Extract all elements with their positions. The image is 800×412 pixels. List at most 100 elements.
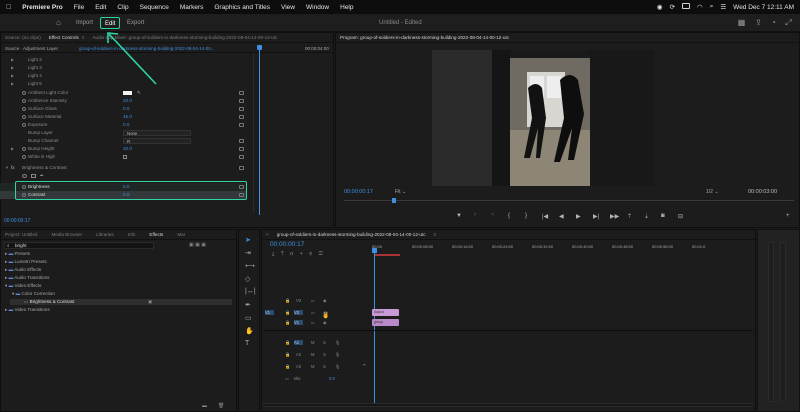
lock-icon[interactable]: 🔒 xyxy=(285,320,290,326)
sync-lock-icon[interactable]: ▭ xyxy=(311,298,315,303)
track-label-a2[interactable]: A2 xyxy=(296,352,301,357)
track-label-a3[interactable]: A3 xyxy=(296,364,301,369)
mark-out-icon[interactable]: ⌝ xyxy=(491,213,494,220)
tree-item-brightness-contrast[interactable]: ▭ Brightness & Contrast ▣ xyxy=(10,299,232,305)
record-icon[interactable]: ◉ xyxy=(657,3,663,11)
menu-view[interactable]: View xyxy=(281,4,295,11)
bump-channel-dropdown[interactable]: R xyxy=(123,138,191,144)
fx-icon[interactable]: fx xyxy=(11,164,15,172)
clip-adjustment-layer[interactable]: Adjust xyxy=(372,309,399,316)
play-icon[interactable]: ▶ xyxy=(576,213,581,220)
menu-sequence[interactable]: Sequence xyxy=(140,4,169,11)
tab-import[interactable]: Import xyxy=(72,17,97,29)
lock-icon[interactable]: 🔒 xyxy=(285,364,290,370)
selection-tool-icon[interactable]: ➤ xyxy=(245,236,251,244)
color-swatch[interactable] xyxy=(123,91,132,95)
lock-icon[interactable]: 🔒 xyxy=(285,340,290,346)
mix-value[interactable]: 0.0 xyxy=(329,376,335,381)
pen-mask-icon[interactable]: ✒ xyxy=(40,172,44,180)
program-title[interactable]: Program: group-of-soldiers-in-darkness-s… xyxy=(340,35,509,40)
tree-item-audio-effects[interactable]: ▸ ▬ Audio Effects xyxy=(5,267,205,273)
mute-icon[interactable]: M xyxy=(311,364,315,369)
pen-tool-icon[interactable]: ✒ xyxy=(245,301,251,309)
timeline-sequence-tab[interactable]: group-of-soldiers-in-darkness-storming-b… xyxy=(277,232,426,237)
timeline-menu-icon[interactable]: ≡ xyxy=(434,232,437,237)
app-menu[interactable]: Premiere Pro xyxy=(22,4,62,11)
eye-icon[interactable]: ◉ xyxy=(323,320,327,325)
tree-item-video-transitions[interactable]: ▸ ▬ Video Transitions xyxy=(5,307,205,313)
tab-source[interactable]: Source: (no clips) xyxy=(5,35,41,40)
rectangle-mask-icon[interactable] xyxy=(31,174,36,178)
mute-icon[interactable]: M xyxy=(311,340,315,345)
go-to-in-icon[interactable]: { xyxy=(508,213,510,219)
tab-info[interactable]: Info xyxy=(128,232,136,237)
menu-graphics-and-titles[interactable]: Graphics and Titles xyxy=(214,4,270,11)
reset-icon[interactable] xyxy=(239,91,244,95)
step-forward-icon[interactable]: ▶| xyxy=(593,213,599,220)
value-surface-gloss[interactable]: 0.0 xyxy=(123,105,129,113)
tree-item-video-effects[interactable]: ▾ ▬ Video Effects xyxy=(5,283,205,289)
search-icon[interactable]: ⌕ xyxy=(710,3,714,11)
export-frame-icon[interactable]: ◙ xyxy=(661,213,665,219)
accelerated-effects-icon[interactable]: ▣ ▣ ▣ xyxy=(189,242,206,248)
track-label-a1[interactable]: A1 xyxy=(294,340,303,345)
timeline-close-icon[interactable]: × xyxy=(266,232,269,237)
mark-in-icon[interactable]: ⌜ xyxy=(474,213,477,220)
mix-lock-icon[interactable]: ▭ xyxy=(285,376,289,381)
wifi-icon[interactable]: ◠ xyxy=(697,3,703,11)
panel-menu-icon[interactable]: ≡ xyxy=(82,35,85,40)
menu-help[interactable]: Help xyxy=(340,4,353,11)
program-scrubber[interactable] xyxy=(344,200,794,201)
mic-icon[interactable]: 🎙 xyxy=(335,340,340,346)
value-ambience-intensity[interactable]: 20.0 xyxy=(123,97,132,105)
tab-effect-controls[interactable]: Effect Controls xyxy=(49,35,79,40)
timeline-ruler[interactable]: 00:00 00:00:08:00 00:00:16:00 00:00:24:0… xyxy=(370,244,750,258)
track-label-v3[interactable]: V3 xyxy=(296,298,301,303)
solo-icon[interactable]: S xyxy=(323,364,326,369)
resolution-dropdown[interactable]: 1/2 ⌄ xyxy=(706,189,719,195)
menu-clip[interactable]: Clip xyxy=(117,4,128,11)
source-patch-v1[interactable]: V1 xyxy=(265,310,274,315)
tab-effects[interactable]: Effects xyxy=(149,232,163,237)
clip-group-soldiers[interactable]: group xyxy=(372,319,399,326)
slip-tool-icon[interactable]: |↔| xyxy=(245,288,256,295)
rectangle-tool-icon[interactable]: ▭ xyxy=(245,314,252,322)
lift-icon[interactable]: ⇡ xyxy=(627,213,632,220)
solo-icon[interactable]: S xyxy=(323,340,326,345)
sync-lock-icon[interactable]: ▭ xyxy=(311,320,315,325)
sync-icon[interactable]: ⟳ xyxy=(670,3,675,11)
fit-dropdown[interactable]: Fit ⌄ xyxy=(395,189,406,195)
go-to-end-icon[interactable]: ▶▶ xyxy=(610,213,619,220)
tab-media-browser[interactable]: Media Browser xyxy=(51,232,82,237)
value-surface-material[interactable]: 45.0 xyxy=(123,113,132,121)
razor-tool-icon[interactable]: ◇ xyxy=(245,275,250,283)
timeline-playhead[interactable] xyxy=(374,250,375,405)
white-is-high-checkbox[interactable] xyxy=(123,155,127,159)
menu-window[interactable]: Window xyxy=(306,4,329,11)
timeline-toolbar-icons[interactable]: ⤓⤒⊓▾⚲◫ xyxy=(272,251,330,257)
solo-icon[interactable]: S xyxy=(323,352,326,357)
timeline-playhead-handle[interactable] xyxy=(372,248,377,253)
value-exposure[interactable]: 0.0 xyxy=(123,121,129,129)
fullscreen-icon[interactable]: ⤢ xyxy=(784,18,793,27)
eyedropper-icon[interactable]: ✎ xyxy=(137,89,141,97)
marker-icon[interactable]: ▼ xyxy=(456,213,462,219)
eye-icon[interactable]: ◉ xyxy=(323,298,327,303)
lock-icon[interactable]: 🔒 xyxy=(285,298,290,304)
extract-icon[interactable]: ⇣ xyxy=(644,213,649,220)
bump-layer-dropdown[interactable]: None xyxy=(123,130,191,136)
workspaces-icon[interactable]: ▦ xyxy=(737,18,746,27)
go-to-out-icon[interactable]: } xyxy=(525,213,527,219)
step-back-icon[interactable]: |◀ xyxy=(542,213,548,220)
tab-markers[interactable]: Mar xyxy=(177,232,185,237)
tab-project[interactable]: Project: Untitled xyxy=(5,232,37,237)
go-to-end-track-icon[interactable]: ⇥ xyxy=(362,362,366,367)
value-bump-height[interactable]: 10.0 xyxy=(123,145,132,153)
menu-edit[interactable]: Edit xyxy=(95,4,106,11)
program-timecode[interactable]: 00:00:00:17 xyxy=(344,189,373,195)
quick-export-icon[interactable]: ⇪ xyxy=(754,18,763,27)
menu-file[interactable]: File xyxy=(74,4,84,11)
track-select-tool-icon[interactable]: ⇥ xyxy=(245,249,251,257)
comparison-view-icon[interactable]: ⊟ xyxy=(678,213,683,220)
sync-lock-icon[interactable]: ▭ xyxy=(311,310,315,315)
